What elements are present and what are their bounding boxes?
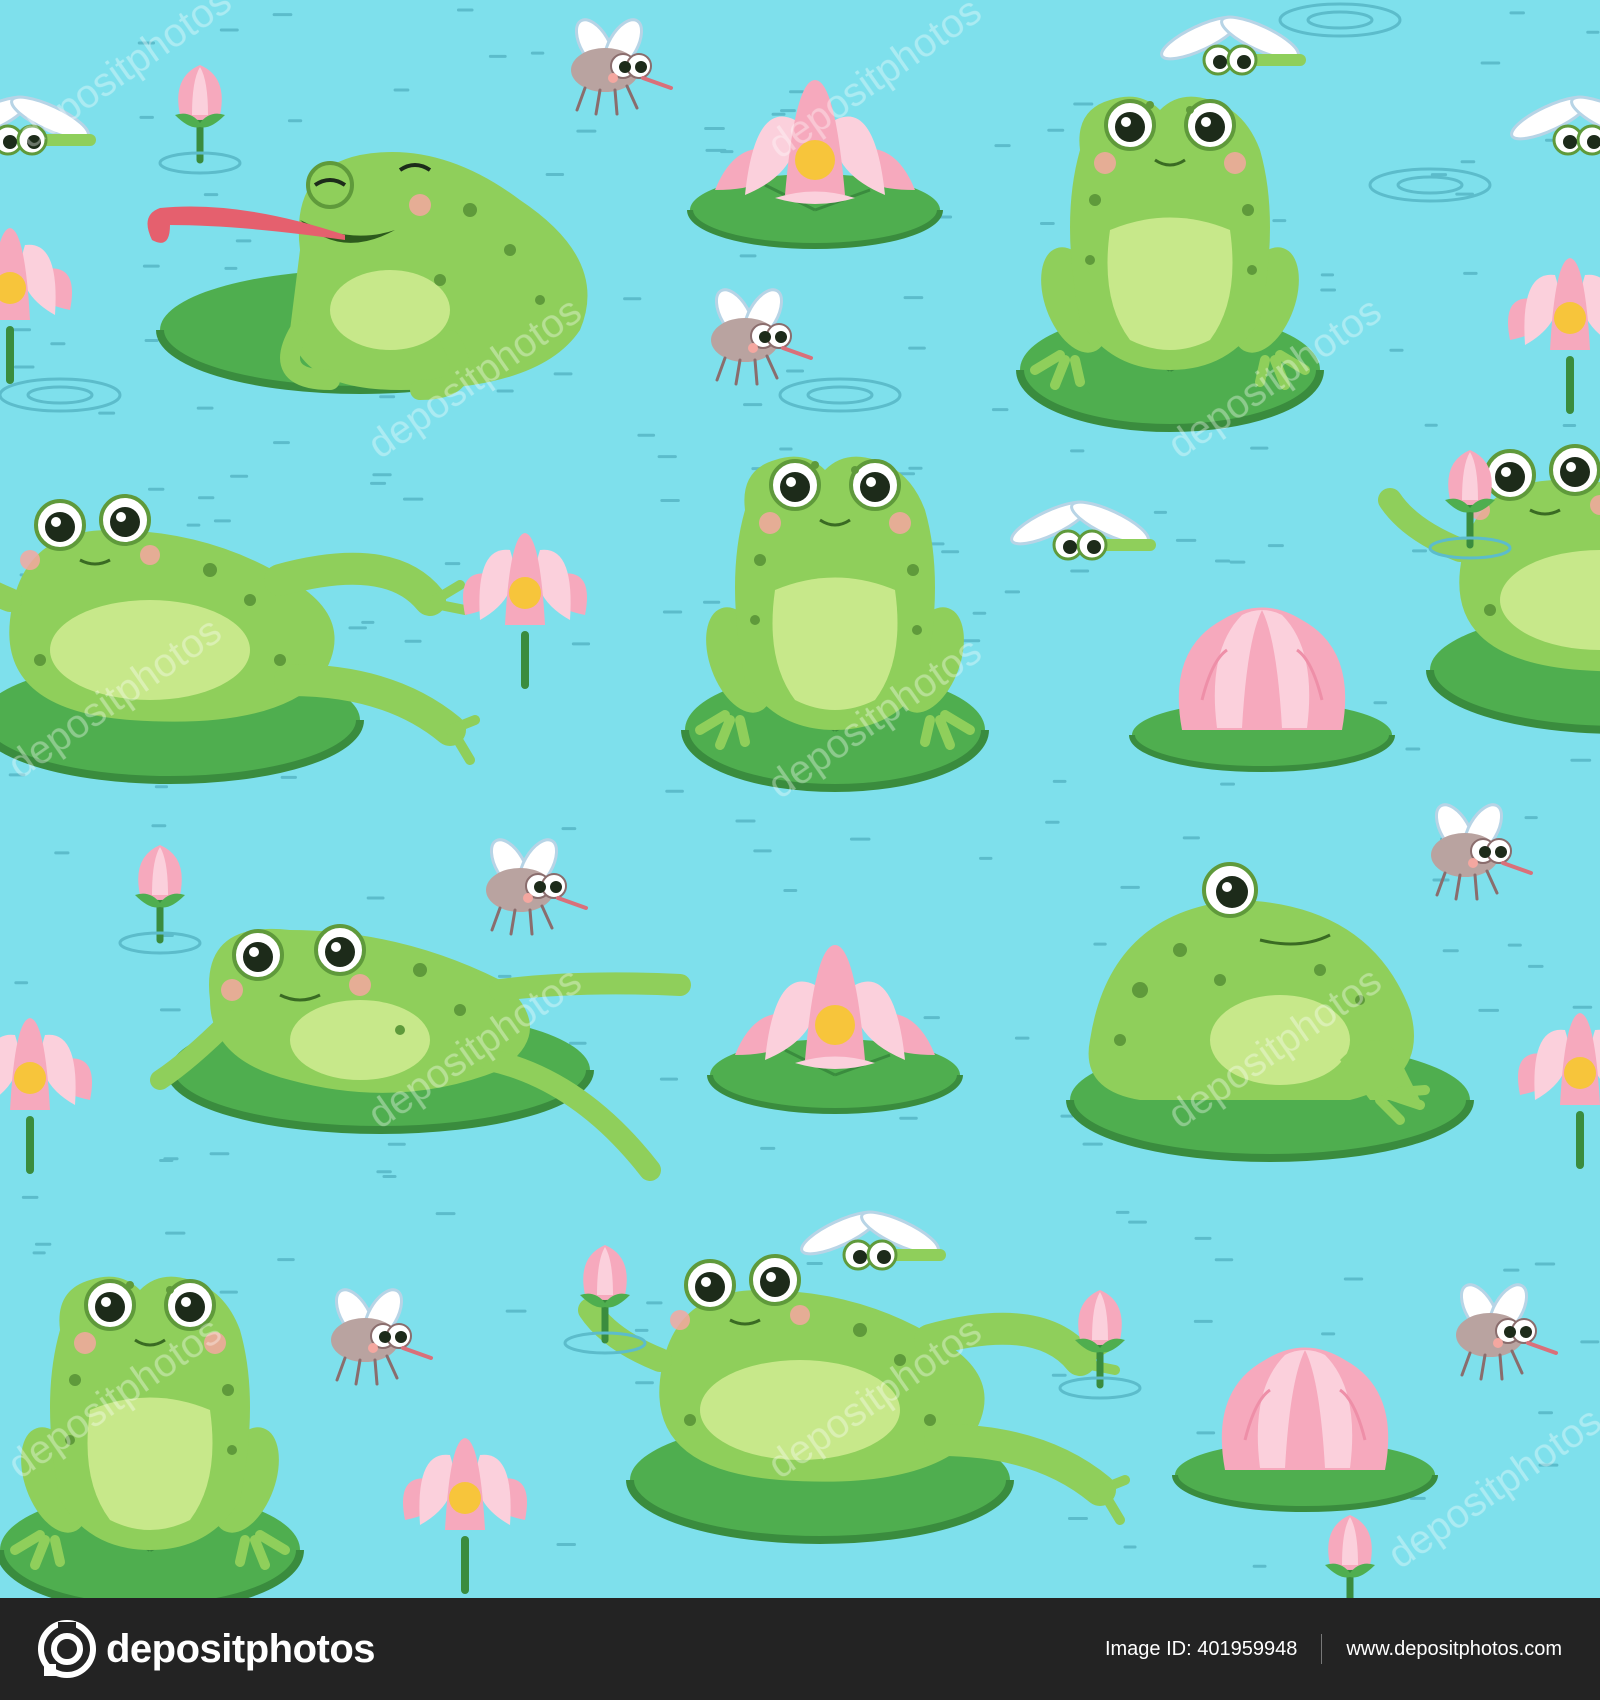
camera-logo-icon — [38, 1620, 96, 1678]
footer-meta: Image ID: 401959948 www.depositphotos.co… — [1105, 1634, 1562, 1664]
logo-text: depositphotos — [106, 1626, 376, 1671]
pond-pattern-illustration: depositphotos depositphotos depositphoto… — [0, 0, 1600, 1598]
depositphotos-logo[interactable]: depositphotos — [38, 1620, 376, 1678]
image-id-label: Image ID: 401959948 — [1104, 1637, 1298, 1660]
stock-footer-bar: depositphotos Image ID: 401959948 www.de… — [0, 1598, 1600, 1700]
footer-divider — [1321, 1634, 1323, 1664]
site-url-link[interactable]: www.depositphotos.com — [1346, 1638, 1562, 1661]
